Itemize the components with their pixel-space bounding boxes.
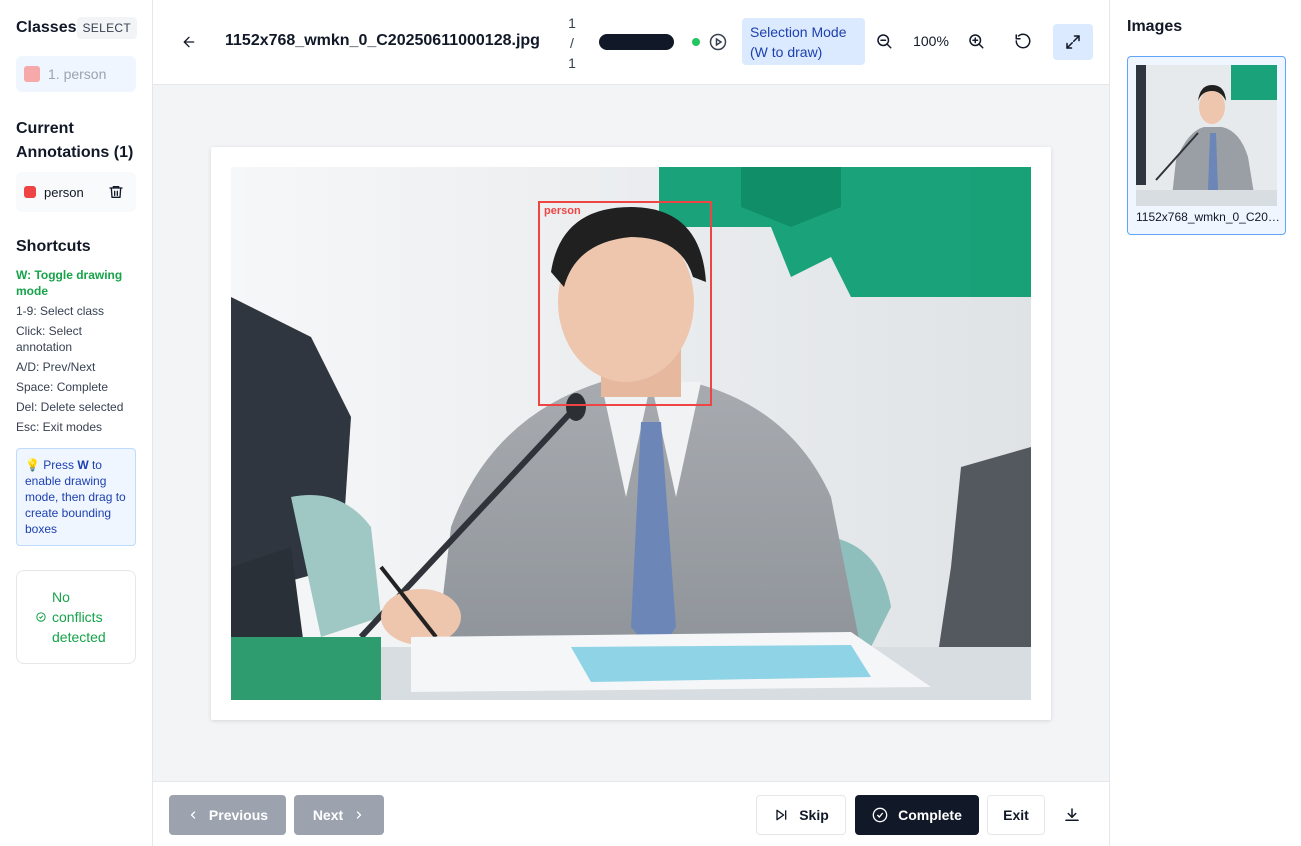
conflict-text: No conflicts detected (52, 589, 106, 645)
classes-title: Classes (16, 19, 77, 36)
bottom-toolbar: Previous Next Skip Complete Exit (153, 781, 1109, 846)
thumbnail-caption: 1152x768_wmkn_0_C20250611000128.jpg (1136, 210, 1281, 224)
tip-text-pre: Press (43, 458, 78, 472)
shortcut-item: Esc: Exit modes (16, 420, 103, 434)
expand-icon (1066, 35, 1080, 49)
previous-button[interactable]: Previous (169, 795, 286, 835)
thumbnail-image (1136, 65, 1277, 206)
previous-label: Previous (208, 807, 269, 823)
image-thumbnail[interactable]: 1152x768_wmkn_0_C20250611000128.jpg (1127, 56, 1286, 235)
play-circle-icon[interactable] (709, 33, 727, 51)
class-color-swatch (24, 66, 40, 82)
counter-total: 1 (568, 55, 576, 71)
fullscreen-button[interactable] (1053, 24, 1093, 60)
canvas-area: person (153, 85, 1109, 781)
skip-label: Skip (799, 807, 829, 823)
download-icon[interactable] (1058, 801, 1086, 829)
exit-button[interactable]: Exit (987, 795, 1045, 835)
class-item-label: 1. person (48, 66, 107, 82)
shortcut-item: 1-9: Select class (16, 304, 105, 318)
image-counter: 1 / 1 (565, 13, 579, 73)
image-filename: 1152x768_wmkn_0_C20250611000128.jpg (225, 32, 540, 49)
reset-rotate-icon[interactable] (1014, 32, 1034, 52)
skip-button[interactable]: Skip (756, 795, 846, 835)
counter-current: 1 (568, 15, 576, 31)
current-annotations-title: Current Annotations (1) (16, 120, 134, 161)
skip-forward-icon (776, 809, 787, 821)
shortcuts-list: W: Toggle drawing mode 1-9: Select class… (16, 267, 141, 439)
complete-button[interactable]: Complete (855, 795, 979, 835)
bbox-label: person (544, 205, 581, 217)
zoom-in-icon[interactable] (967, 32, 987, 52)
chevron-right-icon (357, 811, 362, 819)
class-item-person[interactable]: 1. person (16, 56, 136, 92)
shortcut-item: Click: Select annotation (16, 324, 83, 354)
next-label: Next (312, 807, 344, 823)
complete-label: Complete (898, 807, 962, 823)
right-panel: Images 1152x768_wmkn_0_C20250611000128.j… (1109, 0, 1301, 846)
drawing-tip: 💡 Press W to enable drawing mode, then d… (16, 448, 136, 546)
zoom-out-icon[interactable] (875, 32, 895, 52)
shortcuts-title: Shortcuts (16, 238, 91, 255)
images-title: Images (1127, 18, 1183, 35)
tip-key: W (77, 458, 89, 472)
annotation-item-person[interactable]: person (16, 172, 136, 212)
check-circle-icon (872, 807, 888, 823)
mode-indicator[interactable]: Selection Mode (W to draw) (742, 18, 865, 65)
select-badge[interactable]: SELECT (76, 17, 137, 39)
status-dot (692, 38, 700, 46)
lightbulb-icon: 💡 (25, 458, 40, 472)
chevron-left-icon (190, 811, 196, 819)
check-circle-icon (36, 612, 46, 622)
image-card: person (211, 147, 1051, 720)
classes-header: Classes SELECT (16, 16, 137, 40)
left-sidebar: Classes SELECT 1. person Current Annotat… (0, 0, 153, 846)
next-button[interactable]: Next (294, 795, 384, 835)
shortcut-item: A/D: Prev/Next (16, 360, 96, 374)
shortcut-item: Del: Delete selected (16, 400, 124, 414)
back-arrow-icon[interactable] (177, 30, 201, 54)
counter-separator: / (570, 35, 574, 51)
shortcut-item: W: Toggle drawing mode (16, 268, 123, 298)
annotation-item-label: person (44, 184, 84, 200)
annotation-color-dot (24, 186, 36, 198)
top-toolbar: 1152x768_wmkn_0_C20250611000128.jpg 1 / … (153, 0, 1109, 85)
bounding-box-person[interactable]: person (538, 201, 712, 406)
progress-pill (599, 34, 674, 50)
shortcut-item: Space: Complete (16, 380, 109, 394)
zoom-level: 100% (913, 33, 949, 49)
trash-icon[interactable] (104, 180, 128, 204)
conflict-status: No conflicts detected (16, 570, 136, 664)
